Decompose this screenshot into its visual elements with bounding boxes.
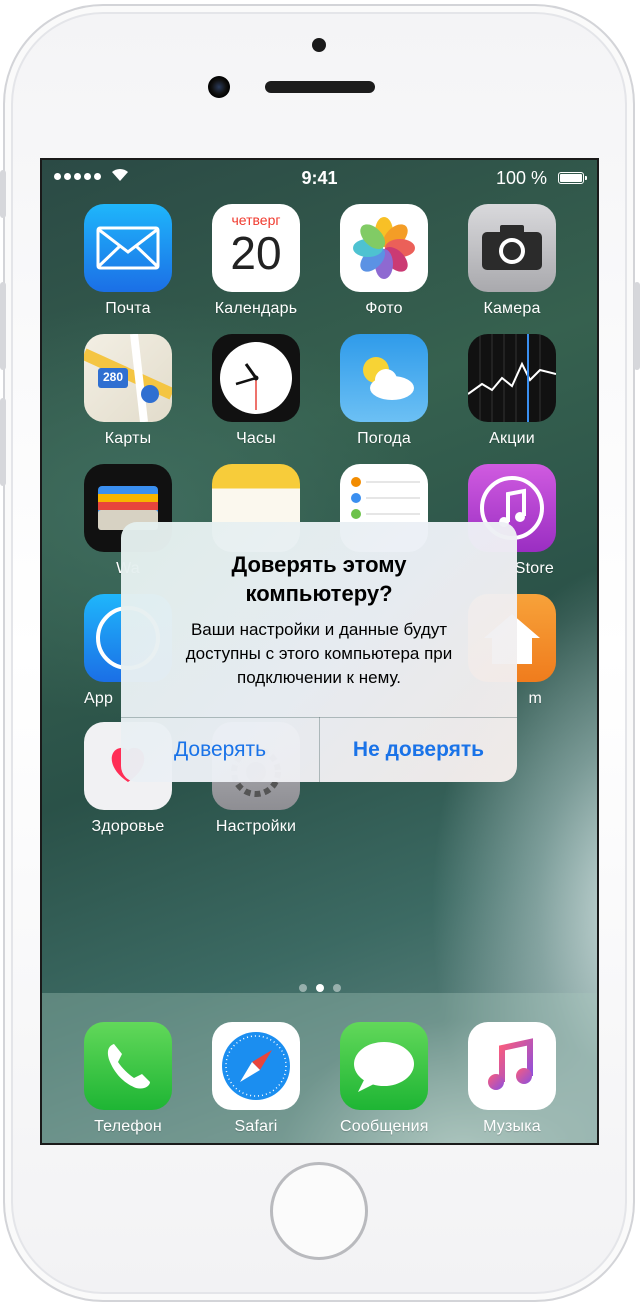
page-dot-active bbox=[315, 984, 324, 992]
alert-title-line: компьютеру? bbox=[245, 581, 393, 606]
alert-message: Ваши настройки и данные будут доступны с… bbox=[151, 618, 487, 690]
app-label: Погода bbox=[357, 430, 411, 447]
app-label: Здоровье bbox=[91, 818, 165, 835]
proximity-sensor bbox=[312, 38, 326, 52]
app-label: Музыка bbox=[483, 1118, 541, 1135]
app-label: Настройки bbox=[215, 818, 297, 835]
battery-icon bbox=[558, 172, 587, 184]
battery-percentage: 100 % bbox=[495, 168, 547, 188]
app-photos[interactable]: Фото bbox=[340, 204, 428, 318]
power-button bbox=[634, 282, 640, 370]
phone-icon bbox=[84, 1022, 172, 1110]
app-label: Телефон bbox=[94, 1118, 162, 1135]
app-safari[interactable]: Safari bbox=[212, 1022, 300, 1136]
app-camera[interactable]: Камера bbox=[468, 204, 556, 318]
status-bar: 9:41 100 % bbox=[42, 160, 597, 196]
app-stocks[interactable]: Акции bbox=[468, 334, 556, 448]
camera-icon bbox=[468, 204, 556, 292]
app-label: Safari bbox=[234, 1118, 278, 1135]
maps-road-sign: 280 bbox=[102, 370, 124, 384]
alert-message-line: Ваши настройки и данные будут bbox=[190, 620, 448, 639]
trust-computer-alert: Доверять этому компьютеру? Ваши настройк… bbox=[121, 522, 517, 782]
app-clock[interactable]: Часы bbox=[212, 334, 300, 448]
app-messages[interactable]: Сообщения bbox=[340, 1022, 428, 1136]
app-label: Карты bbox=[104, 430, 152, 447]
app-phone[interactable]: Телефон bbox=[84, 1022, 172, 1136]
earpiece-speaker bbox=[265, 81, 375, 93]
app-mail[interactable]: Почта bbox=[84, 204, 172, 318]
app-label: Часы bbox=[236, 430, 276, 447]
alert-message-line: доступны с этого компьютера при bbox=[185, 644, 453, 663]
maps-icon: 280 bbox=[84, 334, 172, 422]
app-calendar[interactable]: четверг 20 Календарь bbox=[212, 204, 300, 318]
safari-icon bbox=[212, 1022, 300, 1110]
home-button[interactable] bbox=[270, 1162, 368, 1260]
page-indicator[interactable] bbox=[42, 984, 597, 992]
volume-up-button bbox=[0, 282, 6, 370]
clock-icon bbox=[212, 334, 300, 422]
volume-down-button bbox=[0, 398, 6, 486]
app-label: Календарь bbox=[214, 300, 298, 317]
stocks-icon bbox=[468, 334, 556, 422]
calendar-weekday: четверг bbox=[231, 212, 281, 228]
mail-icon bbox=[84, 204, 172, 292]
calendar-day: 20 bbox=[230, 227, 282, 279]
mute-switch bbox=[0, 170, 6, 218]
weather-icon bbox=[340, 334, 428, 422]
app-weather[interactable]: Погода bbox=[340, 334, 428, 448]
alert-message-line: подключении к нему. bbox=[237, 668, 401, 687]
app-label: Почта bbox=[105, 300, 151, 317]
app-label: Камера bbox=[483, 300, 541, 317]
calendar-icon: четверг 20 bbox=[212, 204, 300, 292]
page-dot bbox=[298, 984, 307, 992]
messages-icon bbox=[340, 1022, 428, 1110]
app-label: Акции bbox=[489, 430, 535, 447]
app-label: Сообщения bbox=[340, 1118, 429, 1135]
front-camera bbox=[208, 76, 230, 98]
app-maps[interactable]: 280 Карты bbox=[84, 334, 172, 448]
page-dot bbox=[332, 984, 341, 992]
app-music[interactable]: Музыка bbox=[468, 1022, 556, 1136]
music-icon bbox=[468, 1022, 556, 1110]
dont-trust-button[interactable]: Не доверять bbox=[320, 718, 517, 782]
photos-icon bbox=[340, 204, 428, 292]
app-label: Фото bbox=[365, 300, 403, 317]
alert-title: Доверять этому компьютеру? bbox=[121, 550, 517, 608]
trust-button[interactable]: Доверять bbox=[121, 718, 319, 782]
alert-title-line: Доверять этому bbox=[231, 552, 407, 577]
